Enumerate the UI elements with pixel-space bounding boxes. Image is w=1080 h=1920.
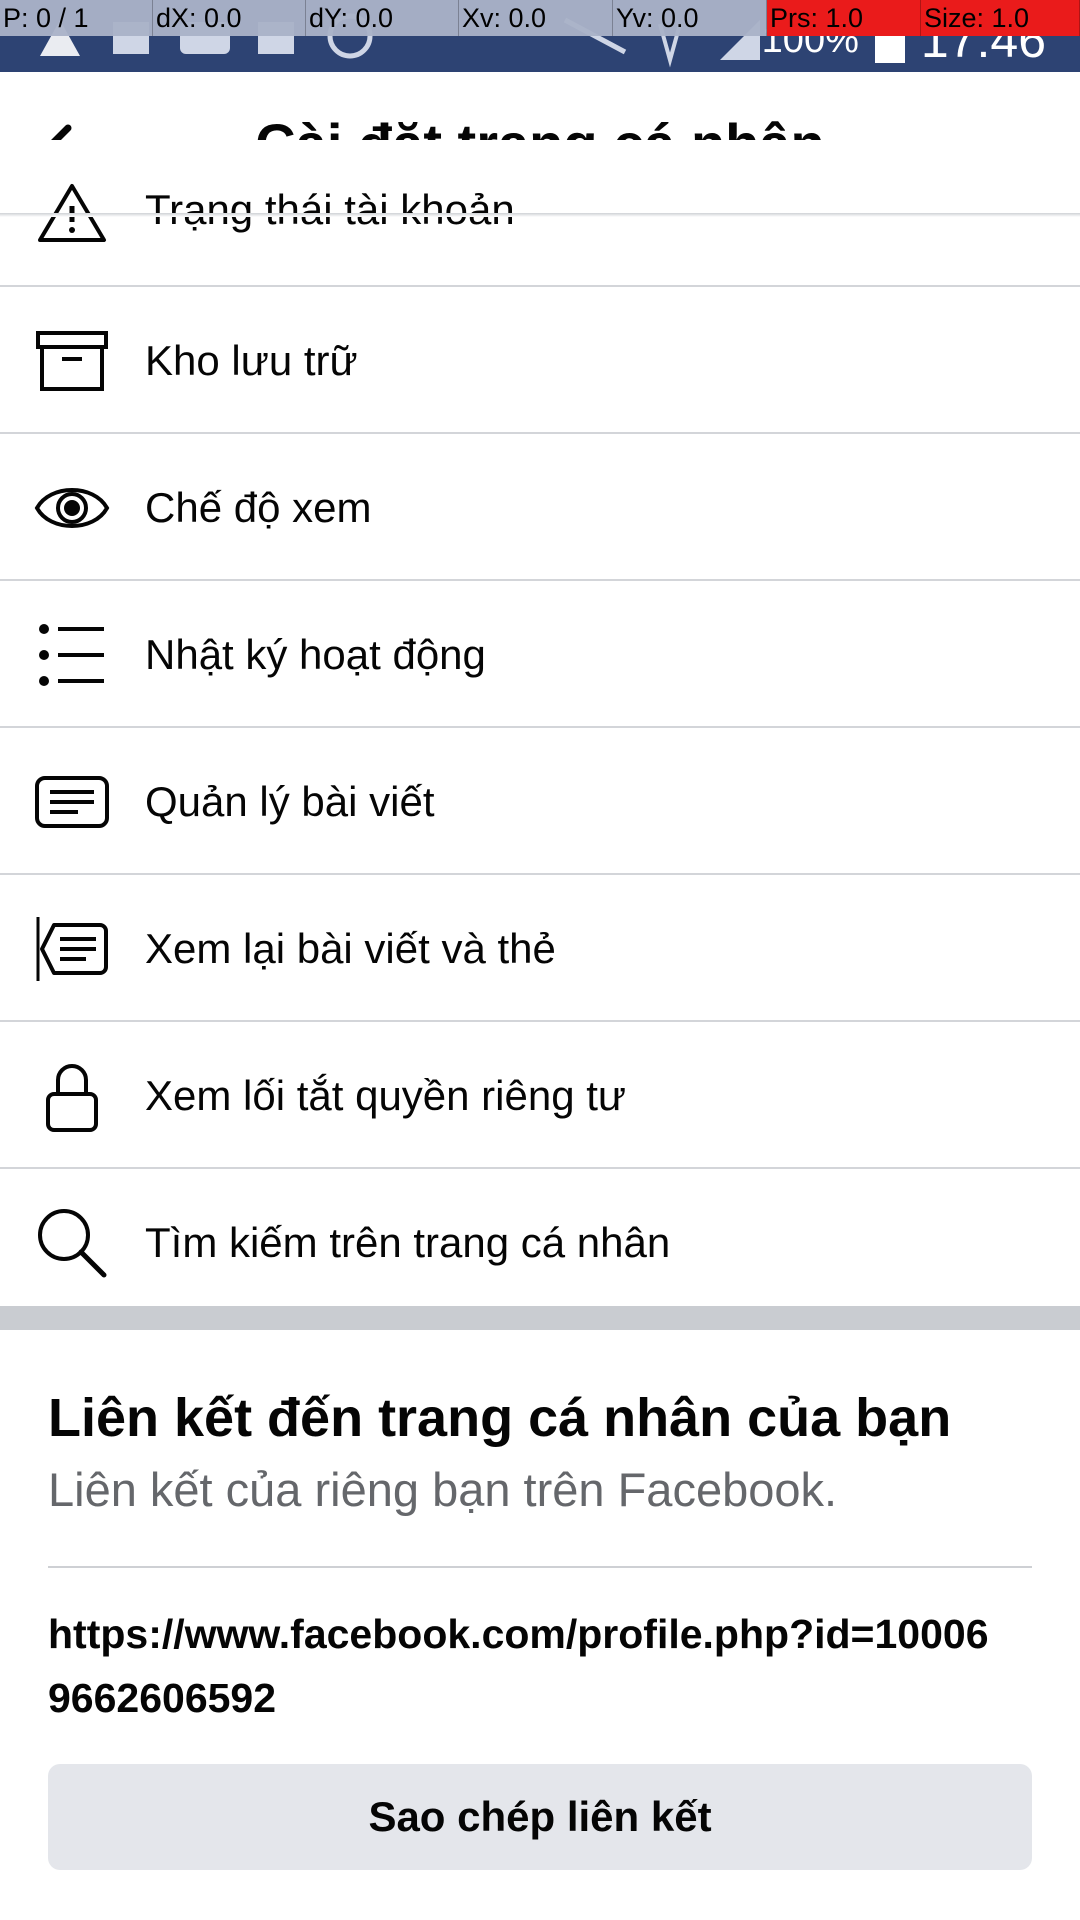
profile-settings-menu: Trạng thái tài khoản Kho lưu trữ Chế độ … [0, 140, 1080, 1314]
menu-item-privacy-shortcuts[interactable]: Xem lối tắt quyền riêng tư [0, 1022, 1080, 1169]
section-subtitle: Liên kết của riêng bạn trên Facebook. [48, 1463, 838, 1516]
pointer-debug-bar: P: 0 / 1 dX: 0.0 dY: 0.0 Xv: 0.0 Yv: 0.0… [0, 0, 1080, 36]
lock-icon [34, 1058, 110, 1134]
menu-item-label: Chế độ xem [145, 484, 372, 531]
menu-item-archive[interactable]: Kho lưu trữ [0, 287, 1080, 434]
debug-pressure: Prs: 1.0 [767, 0, 921, 36]
copy-link-button[interactable]: Sao chép liên kết [48, 1764, 1032, 1870]
menu-item-label: Quản lý bài viết [145, 778, 435, 825]
menu-item-label: Xem lối tắt quyền riêng tư [145, 1072, 627, 1119]
posts-icon [34, 764, 110, 840]
section-title: Liên kết đến trang cá nhân của bạn [48, 1388, 952, 1448]
profile-url[interactable]: https://www.facebook.com/profile.php?id=… [48, 1602, 1008, 1730]
menu-item-manage-posts[interactable]: Quản lý bài viết [0, 728, 1080, 875]
debug-pointer: P: 0 / 1 [0, 0, 153, 36]
menu-item-label: Tìm kiếm trên trang cá nhân [145, 1219, 671, 1266]
eye-icon [34, 470, 110, 546]
archive-icon [34, 323, 110, 399]
menu-item-label: Trạng thái tài khoản [145, 186, 515, 233]
menu-item-review-posts-tags[interactable]: Xem lại bài viết và thẻ [0, 875, 1080, 1022]
review-tags-icon [34, 911, 110, 987]
header-divider [0, 213, 1080, 217]
list-icon [34, 617, 110, 693]
debug-dy: dY: 0.0 [306, 0, 459, 36]
menu-item-search-profile[interactable]: Tìm kiếm trên trang cá nhân [0, 1169, 1080, 1314]
debug-yv: Yv: 0.0 [613, 0, 767, 36]
menu-item-label: Xem lại bài viết và thẻ [145, 925, 556, 972]
menu-item-label: Kho lưu trữ [145, 337, 358, 384]
divider [48, 1566, 1032, 1568]
debug-xv: Xv: 0.0 [459, 0, 613, 36]
profile-link-section: Liên kết đến trang cá nhân của bạn Liên … [0, 1330, 1080, 1920]
debug-dx: dX: 0.0 [153, 0, 306, 36]
menu-item-label: Nhật ký hoạt động [145, 631, 486, 678]
status-bar: 100% 17:46 P: 0 / 1 dX: 0.0 dY: 0.0 Xv: … [0, 0, 1080, 72]
debug-size: Size: 1.0 [921, 0, 1080, 36]
search-icon [34, 1205, 110, 1281]
menu-item-activity-log[interactable]: Nhật ký hoạt động [0, 581, 1080, 728]
menu-item-view-as[interactable]: Chế độ xem [0, 434, 1080, 581]
section-separator [0, 1306, 1080, 1330]
